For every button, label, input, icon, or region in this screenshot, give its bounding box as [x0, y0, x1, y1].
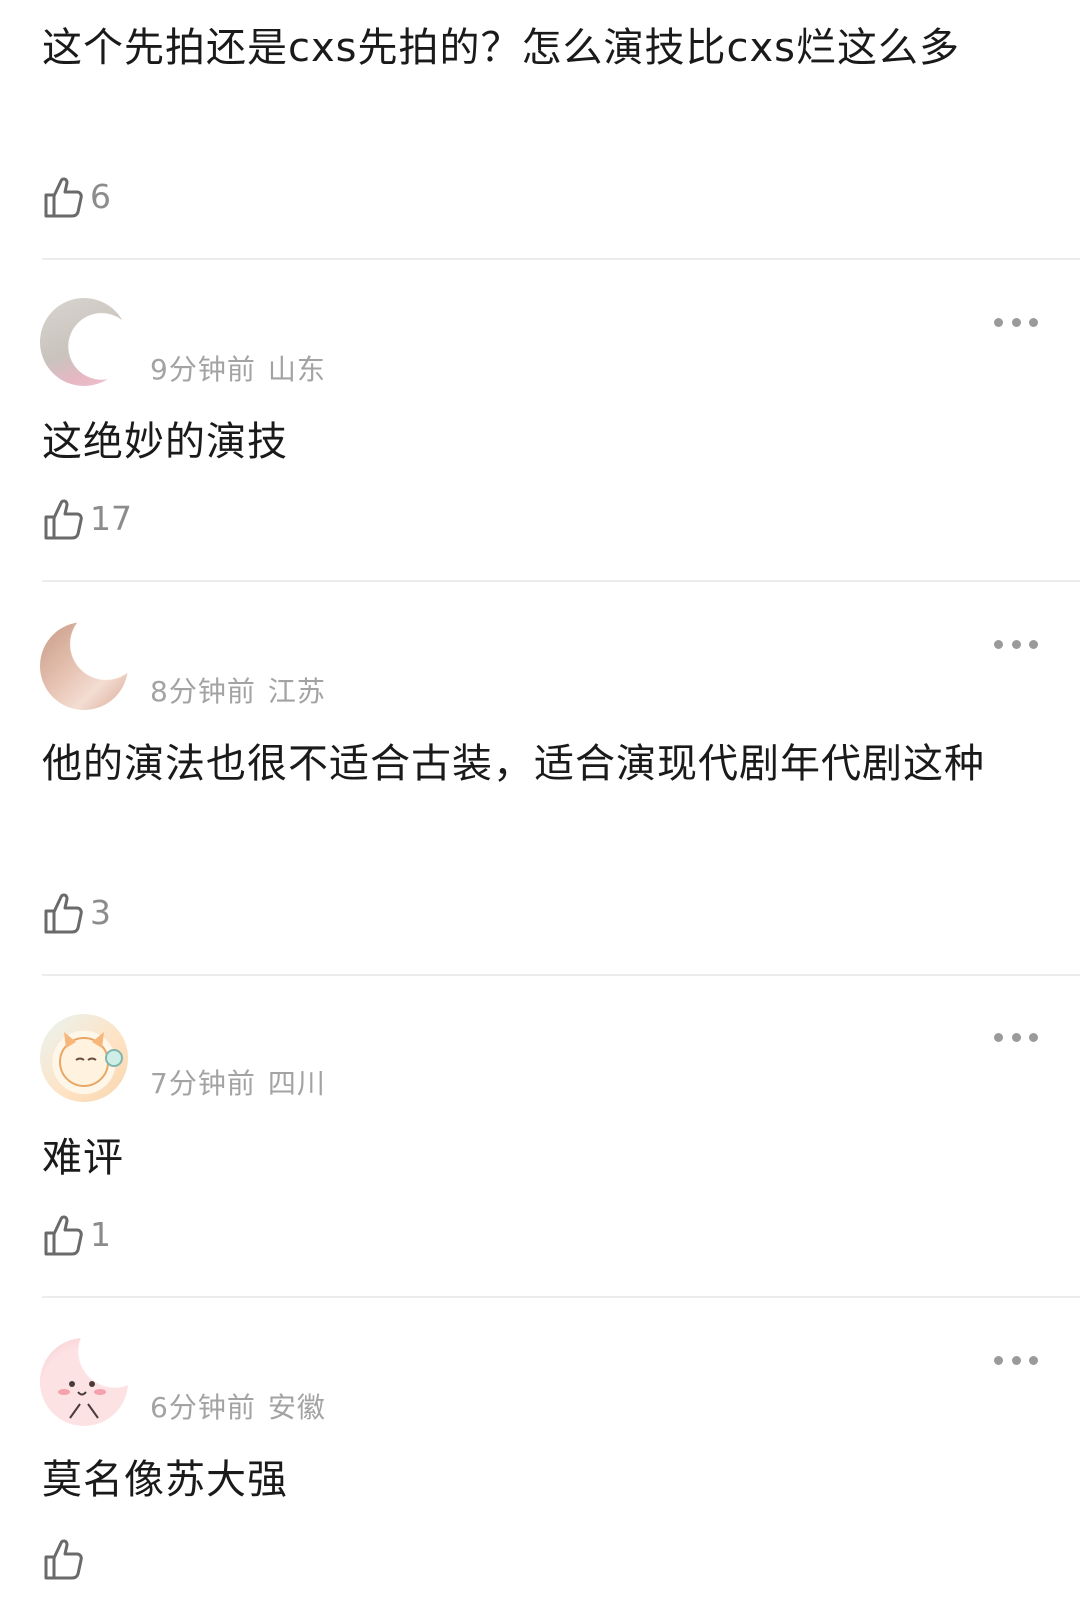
- comment-meta: 9分钟前 山东: [150, 352, 326, 388]
- like-count: 6: [90, 177, 111, 216]
- comment-location: 江苏: [267, 675, 326, 708]
- divider: [42, 258, 1080, 260]
- divider: [42, 580, 1080, 582]
- comment-text: 难评: [42, 1135, 124, 1181]
- like-count: 17: [90, 499, 132, 538]
- avatar[interactable]: [40, 622, 128, 710]
- comment-time: 7分钟前: [150, 1067, 256, 1100]
- more-options-icon[interactable]: [994, 316, 1038, 328]
- like-count: 1: [90, 1215, 111, 1254]
- comment-text: 这个先拍还是cxs先拍的？怎么演技比cxs烂这么多: [42, 25, 961, 71]
- comment-text: 他的演法也很不适合古装，适合演现代剧年代剧这种: [42, 741, 985, 787]
- smiley-face-icon: [58, 1381, 106, 1419]
- thumbs-up-icon: [44, 1215, 83, 1256]
- comment-meta: 7分钟前 四川: [150, 1066, 326, 1102]
- comment-feed: 这个先拍还是cxs先拍的？怎么演技比cxs烂这么多 6 9分钟前 山东 这绝妙的演…: [0, 0, 1080, 1602]
- cat-icon: [59, 1032, 123, 1087]
- like-count: 3: [90, 893, 111, 932]
- avatar[interactable]: [40, 1338, 128, 1426]
- more-options-icon[interactable]: [994, 1354, 1038, 1366]
- like-button[interactable]: 3: [42, 890, 111, 936]
- avatar[interactable]: [40, 298, 128, 386]
- more-options-icon[interactable]: [994, 1031, 1038, 1043]
- comment-time: 9分钟前: [150, 353, 256, 386]
- comment-location: 四川: [267, 1067, 326, 1100]
- comment-location: 山东: [267, 353, 326, 386]
- thumbs-up-icon: [44, 893, 83, 934]
- comment-text: 这绝妙的演技: [42, 419, 288, 465]
- comment-meta: 8分钟前 江苏: [150, 674, 326, 710]
- comment-time: 6分钟前: [150, 1391, 256, 1424]
- comment-text: 莫名像苏大强: [42, 1457, 288, 1503]
- avatar[interactable]: [40, 1014, 128, 1102]
- divider: [42, 1296, 1080, 1298]
- like-button[interactable]: 17: [42, 496, 132, 542]
- thumbs-up-icon: [44, 499, 83, 540]
- comment-location: 安徽: [267, 1391, 326, 1424]
- divider: [42, 974, 1080, 976]
- like-button[interactable]: 1: [42, 1212, 111, 1258]
- thumbs-up-icon: [44, 1539, 83, 1580]
- comment-meta: 6分钟前 安徽: [150, 1390, 326, 1426]
- like-button[interactable]: 6: [42, 174, 111, 220]
- more-options-icon[interactable]: [994, 638, 1038, 650]
- comment-time: 8分钟前: [150, 675, 256, 708]
- like-button[interactable]: [42, 1536, 90, 1582]
- thumbs-up-icon: [44, 177, 83, 218]
